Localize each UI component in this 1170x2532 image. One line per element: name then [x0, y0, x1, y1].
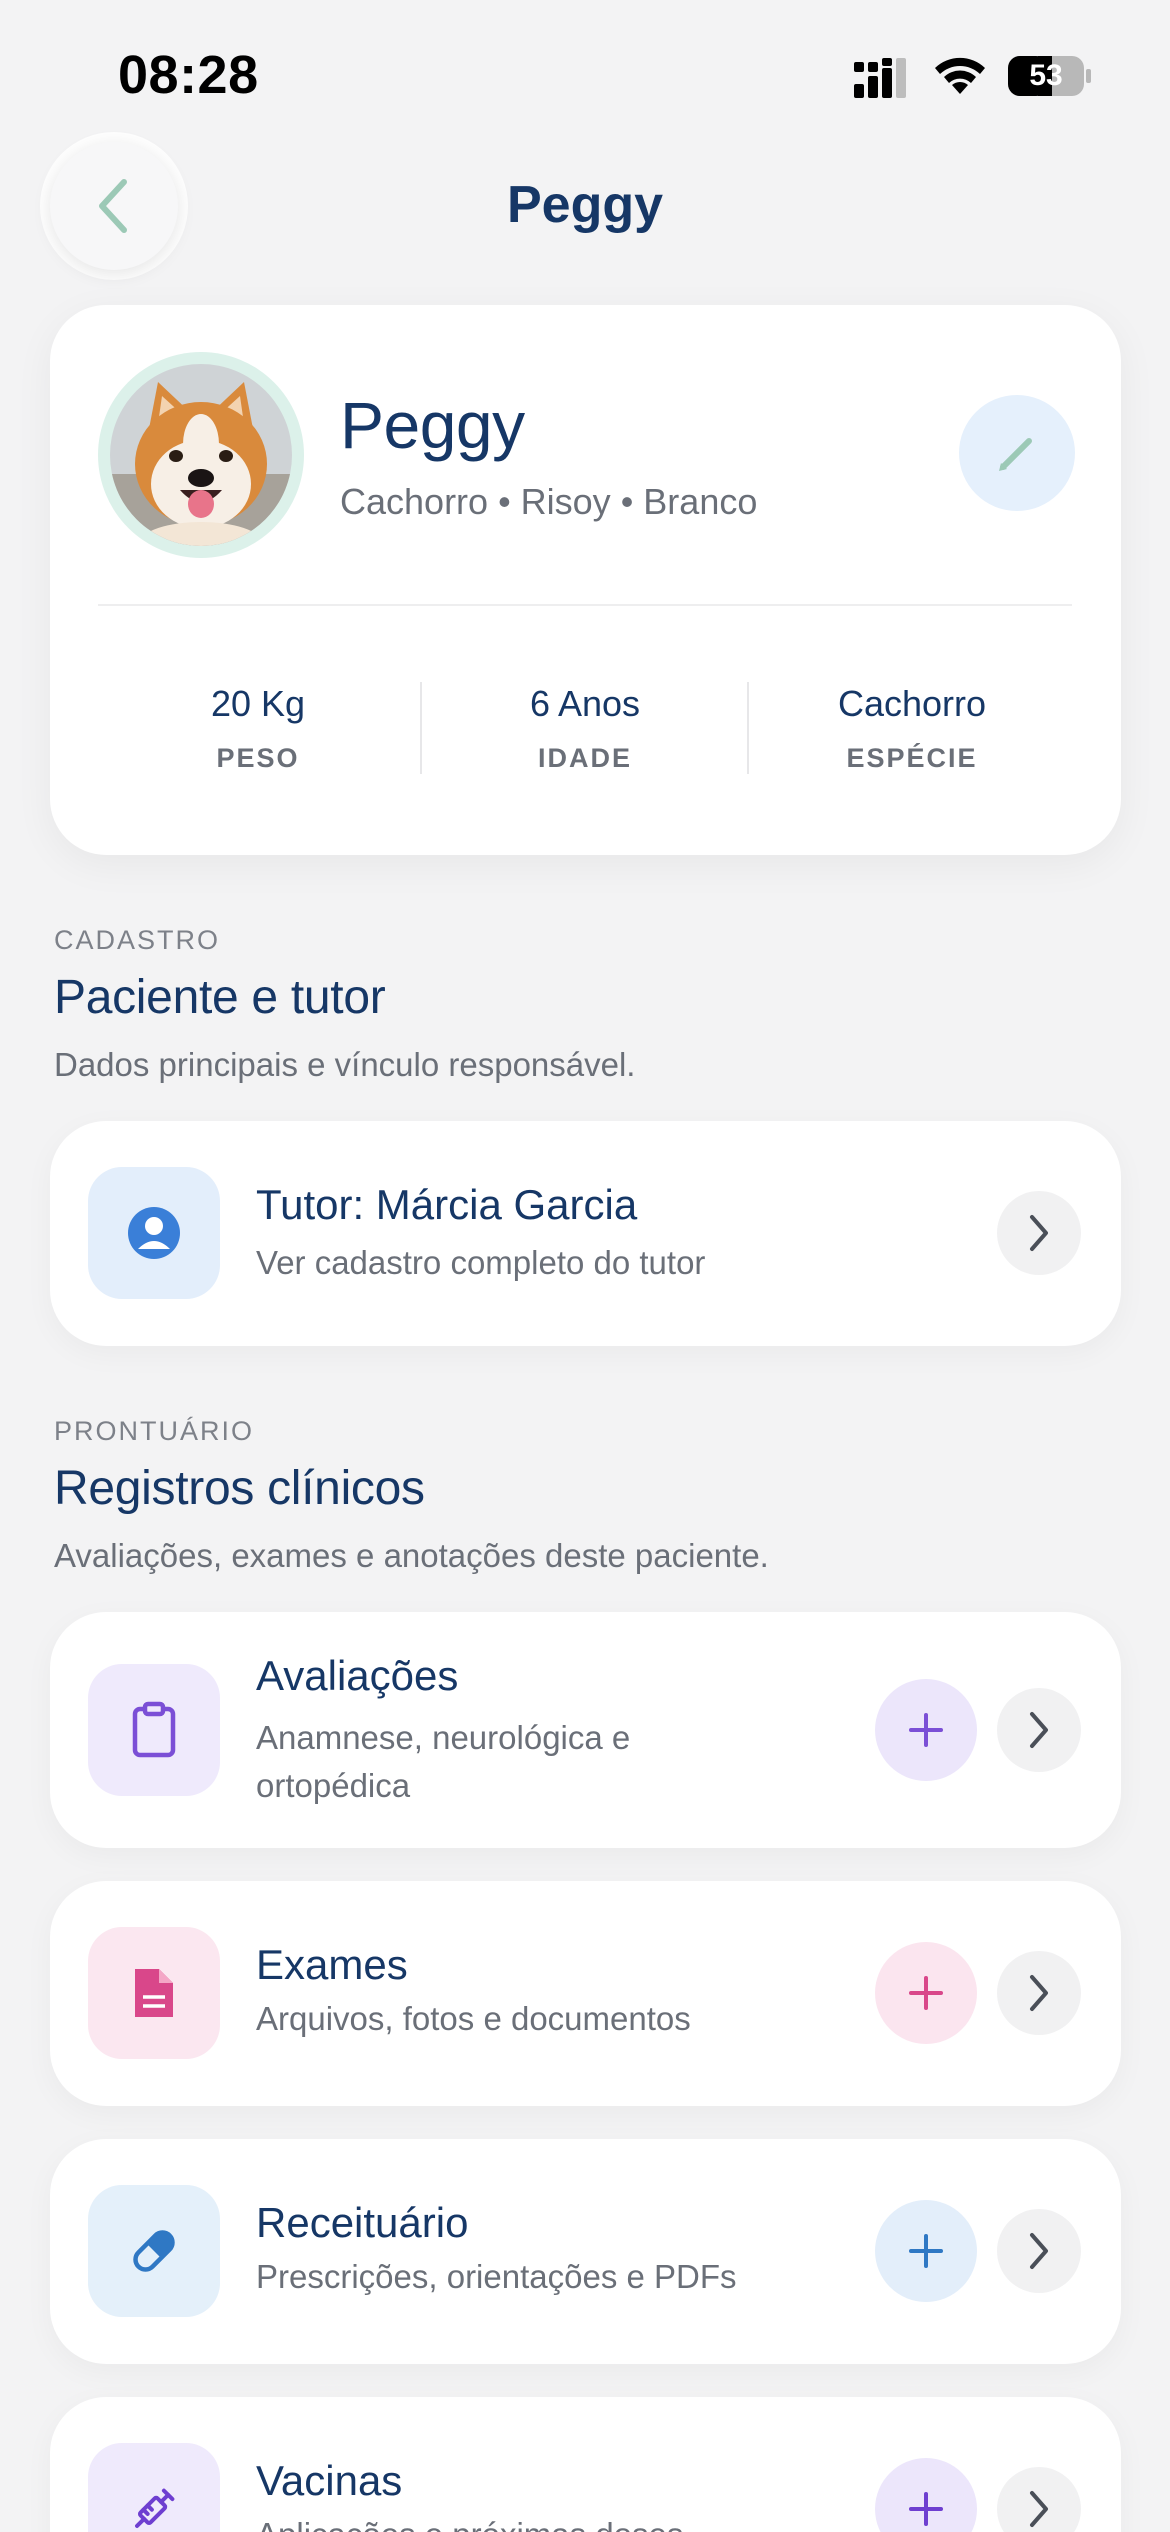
section-eyebrow: PRONTUÁRIO — [54, 1416, 255, 1446]
stat-value: Cachorro — [837, 683, 987, 724]
stat-weight: 20 Kg PESO — [95, 683, 421, 774]
tutor-card[interactable]: Tutor: Márcia Garcia Ver cadastro comple… — [50, 1121, 1121, 1346]
tutor-open-button[interactable] — [997, 1191, 1081, 1275]
stat-age: 6 Anos IDADE — [422, 683, 748, 774]
chevron-right-icon — [1030, 2491, 1048, 2527]
plus-icon — [909, 1976, 943, 2010]
chevron-right-icon — [1030, 1712, 1048, 1748]
record-subtitle: Aplicações e próximas doses — [256, 2511, 683, 2532]
section-title: Registros clínicos — [54, 1462, 425, 1515]
section-subtitle: Avaliações, exames e anotações deste pac… — [54, 1537, 769, 1574]
battery-icon: 53 — [1008, 56, 1092, 96]
record-card-exames[interactable]: Exames Arquivos, fotos e documentos — [50, 1881, 1121, 2106]
plus-icon — [909, 2492, 943, 2526]
stat-label: PESO — [216, 743, 300, 773]
record-add-button[interactable] — [875, 1942, 977, 2044]
chevron-right-icon — [1030, 1215, 1048, 1251]
user-circle-icon — [128, 1207, 180, 1259]
section-eyebrow: CADASTRO — [54, 925, 221, 955]
pet-photo — [110, 364, 292, 546]
stat-species: Cachorro ESPÉCIE — [749, 683, 1075, 774]
record-open-button[interactable] — [997, 1688, 1081, 1772]
record-subtitle: ortopédica — [256, 1767, 411, 1804]
chevron-right-icon — [1030, 2233, 1048, 2269]
record-add-button[interactable] — [875, 2458, 977, 2532]
battery-level: 53 — [1029, 59, 1063, 92]
record-title: Exames — [256, 1941, 408, 1988]
record-card-avaliacoes[interactable]: Avaliações Anamnese, neurológica e ortop… — [50, 1612, 1121, 1848]
record-add-button[interactable] — [875, 1679, 977, 1781]
section-title: Paciente e tutor — [54, 971, 386, 1024]
page-title: Peggy — [506, 176, 664, 234]
record-card-receituario[interactable]: Receituário Prescrições, orientações e P… — [50, 2139, 1121, 2364]
record-open-button[interactable] — [997, 2467, 1081, 2532]
edit-button[interactable] — [959, 395, 1075, 511]
tutor-title: Tutor: Márcia Garcia — [256, 1181, 638, 1228]
record-icon-tile — [88, 1927, 220, 2059]
pet-meta: Cachorro • Risoy • Branco — [340, 481, 758, 522]
syringe-icon — [135, 2488, 175, 2528]
stat-value: 6 Anos — [529, 683, 641, 724]
record-add-button[interactable] — [875, 2200, 977, 2302]
record-icon-tile — [88, 2185, 220, 2317]
tutor-icon-tile — [88, 1167, 220, 1299]
status-time: 08:28 — [118, 45, 259, 105]
record-title: Receituário — [256, 2199, 469, 2246]
divider — [98, 604, 1072, 606]
record-subtitle: Anamnese, neurológica e — [256, 1719, 631, 1756]
avatar[interactable] — [98, 352, 304, 558]
record-open-button[interactable] — [997, 1951, 1081, 2035]
pet-name: Peggy — [340, 388, 525, 462]
record-icon-tile — [88, 2443, 220, 2532]
profile-card: Peggy Cachorro • Risoy • Branco 20 Kg PE… — [50, 305, 1121, 855]
status-bar: 08:28 53 — [0, 0, 1170, 150]
record-title: Vacinas — [256, 2457, 403, 2504]
record-subtitle: Arquivos, fotos e documentos — [256, 2000, 691, 2037]
record-card-vacinas[interactable]: Vacinas Aplicações e próximas doses — [50, 2397, 1121, 2532]
stat-value: 20 Kg — [210, 683, 306, 724]
stat-label: ESPÉCIE — [846, 743, 978, 773]
record-icon-tile — [88, 1664, 220, 1796]
tutor-subtitle: Ver cadastro completo do tutor — [256, 1244, 706, 1281]
wifi-icon — [935, 57, 985, 94]
document-icon — [135, 1969, 173, 2017]
chevron-right-icon — [1030, 1975, 1048, 2011]
record-title: Avaliações — [256, 1652, 459, 1699]
plus-icon — [909, 2234, 943, 2268]
plus-icon — [909, 1713, 943, 1747]
signal-icon — [854, 58, 906, 98]
record-subtitle: Prescrições, orientações e PDFs — [256, 2258, 737, 2295]
clipboard-icon — [132, 1701, 176, 1758]
section-subtitle: Dados principais e vínculo responsável. — [54, 1046, 636, 1083]
pencil-icon — [999, 438, 1032, 471]
pill-icon — [133, 2230, 175, 2272]
stat-label: IDADE — [537, 743, 632, 773]
record-open-button[interactable] — [997, 2209, 1081, 2293]
